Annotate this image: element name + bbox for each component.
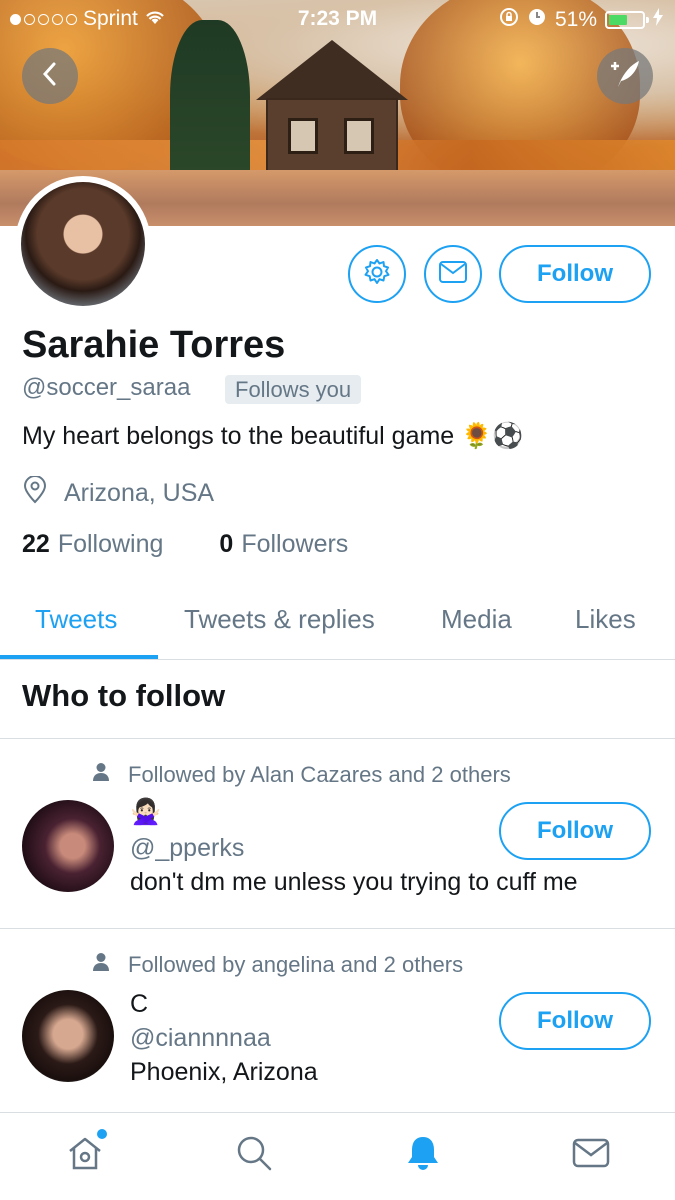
- tab-media[interactable]: Media: [441, 604, 512, 635]
- person-icon: [92, 952, 110, 978]
- search-icon: [235, 1134, 273, 1177]
- charging-icon: [653, 8, 663, 32]
- follows-you-badge: Follows you: [225, 375, 362, 404]
- following-count: 22: [22, 530, 50, 558]
- alarm-icon: [527, 7, 547, 33]
- tab-tweets-and-replies[interactable]: Tweets & replies: [184, 604, 375, 635]
- suggested-user-bio: don't dm me unless you trying to cuff me: [130, 868, 578, 896]
- avatar[interactable]: [21, 182, 145, 306]
- active-tab-indicator: [0, 655, 158, 659]
- envelope-icon: [572, 1138, 610, 1173]
- home-icon: [66, 1135, 104, 1176]
- social-context-text: Followed by Alan Cazares and 2 others: [128, 762, 511, 787]
- bottom-tab-bar: [0, 1112, 675, 1200]
- social-context: Followed by Alan Cazares and 2 others: [92, 762, 511, 788]
- location-text: Arizona, USA: [64, 479, 215, 507]
- person-icon: [92, 762, 110, 788]
- profile-stats: 22 Following 0 Followers: [22, 530, 348, 559]
- followers-count: 0: [219, 530, 234, 558]
- nav-notifications[interactable]: [401, 1133, 445, 1177]
- nav-messages[interactable]: [569, 1133, 613, 1177]
- battery-percent: 51%: [554, 8, 597, 31]
- following-label: Following: [57, 530, 164, 558]
- settings-button[interactable]: [348, 245, 406, 303]
- follow-button[interactable]: Follow: [499, 802, 651, 860]
- bell-icon: [403, 1133, 443, 1178]
- battery-icon: [605, 11, 649, 29]
- envelope-icon: [438, 260, 468, 289]
- location-pin-icon: [22, 475, 48, 511]
- suggested-user-name: C: [130, 990, 149, 1018]
- profile-avatar-frame: [15, 176, 151, 312]
- notification-dot: [97, 1129, 107, 1139]
- message-button[interactable]: [424, 245, 482, 303]
- profile-handle: @soccer_saraa: [22, 374, 191, 401]
- tab-likes[interactable]: Likes: [575, 604, 636, 635]
- compose-tweet-button[interactable]: [597, 48, 653, 104]
- follow-button[interactable]: Follow: [499, 245, 651, 303]
- gear-icon: [362, 257, 392, 292]
- suggested-user-handle: @_pperks: [130, 834, 245, 862]
- list-item[interactable]: Followed by Alan Cazares and 2 others 🙅🏻…: [0, 738, 675, 928]
- who-to-follow-title: Who to follow: [22, 678, 226, 713]
- social-context: Followed by angelina and 2 others: [92, 952, 463, 978]
- tab-tweets[interactable]: Tweets: [35, 604, 117, 635]
- list-item[interactable]: Followed by angelina and 2 others C @cia…: [0, 928, 675, 1112]
- suggested-user-bio: Phoenix, Arizona: [130, 1058, 318, 1086]
- rotation-lock-icon: [499, 7, 519, 33]
- avatar[interactable]: [22, 990, 114, 1082]
- social-context-text: Followed by angelina and 2 others: [128, 952, 464, 977]
- profile-name: Sarahie Torres: [22, 324, 286, 366]
- status-bar: Sprint 7:23 PM 51%: [0, 0, 675, 38]
- profile-tabs: Tweets Tweets & replies Media Likes: [0, 590, 675, 660]
- avatar[interactable]: [22, 800, 114, 892]
- back-button[interactable]: [22, 48, 78, 104]
- compose-tweet-icon: [608, 57, 642, 96]
- nav-search[interactable]: [232, 1133, 276, 1177]
- followers-stat[interactable]: 0 Followers: [219, 530, 348, 559]
- profile-bio: My heart belongs to the beautiful game 🌻…: [22, 422, 524, 450]
- follow-button[interactable]: Follow: [499, 992, 651, 1050]
- following-stat[interactable]: 22 Following: [22, 530, 163, 559]
- chevron-left-icon: [39, 61, 61, 92]
- suggested-user-handle: @ciannnnaa: [130, 1024, 271, 1052]
- suggested-user-name: 🙅🏻‍♀️: [130, 798, 162, 826]
- profile-location: Arizona, USA: [22, 475, 215, 511]
- followers-label: Followers: [241, 530, 349, 558]
- nav-home[interactable]: [63, 1129, 107, 1177]
